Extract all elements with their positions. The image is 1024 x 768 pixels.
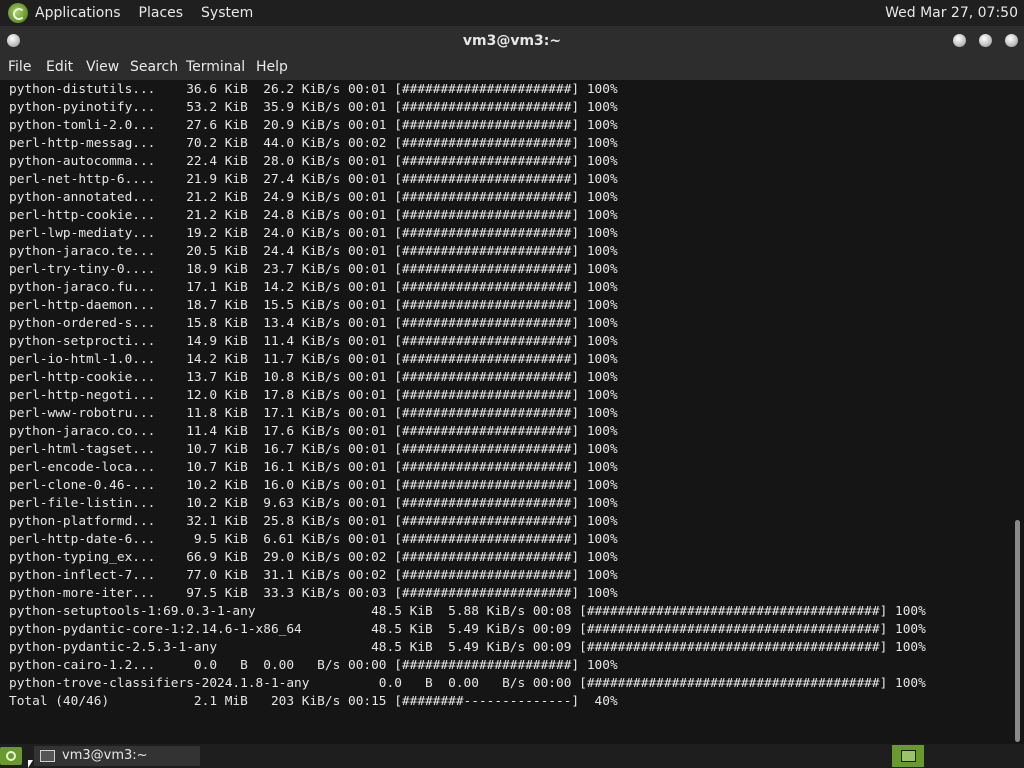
terminal-scrollbar[interactable] xyxy=(1012,80,1022,744)
mint-logo-icon[interactable] xyxy=(8,3,28,23)
terminal-line: python-annotated... 21.2 KiB 24.9 KiB/s … xyxy=(9,190,618,205)
terminal-line: python-typing_ex... 66.9 KiB 29.0 KiB/s … xyxy=(9,550,618,565)
taskbar-item-label: vm3@vm3:~ xyxy=(62,748,148,763)
terminal-line: python-jaraco.te... 20.5 KiB 24.4 KiB/s … xyxy=(9,244,618,259)
clock[interactable]: Wed Mar 27, 07:50 xyxy=(885,5,1018,21)
terminal-line: perl-http-messag... 70.2 KiB 44.0 KiB/s … xyxy=(9,136,618,151)
terminal-line: python-pydantic-core-1:2.14.6-1-x86_64 4… xyxy=(9,622,926,637)
terminal-line: perl-http-daemon... 18.7 KiB 15.5 KiB/s … xyxy=(9,298,618,313)
terminal-line: python-more-iter... 97.5 KiB 33.3 KiB/s … xyxy=(9,586,618,601)
terminal-line: python-tomli-2.0... 27.6 KiB 20.9 KiB/s … xyxy=(9,118,618,133)
terminal-line: perl-encode-loca... 10.7 KiB 16.1 KiB/s … xyxy=(9,460,618,475)
terminal-line: perl-try-tiny-0.... 18.9 KiB 23.7 KiB/s … xyxy=(9,262,618,277)
workspace-icon[interactable] xyxy=(892,745,924,767)
mouse-pointer-icon xyxy=(28,760,33,768)
close-icon[interactable] xyxy=(1005,34,1018,47)
terminal-line: python-jaraco.co... 11.4 KiB 17.6 KiB/s … xyxy=(9,424,618,439)
terminal-menu-bar: File Edit View Search Terminal Help xyxy=(0,56,1024,80)
terminal-line: python-trove-classifiers-2024.1.8-1-any … xyxy=(9,676,926,691)
terminal-line: python-setuptools-1:69.0.3-1-any 48.5 Ki… xyxy=(9,604,926,619)
terminal-line: Total (40/46) 2.1 MiB 203 KiB/s 00:15 [#… xyxy=(9,694,618,709)
terminal-line: perl-io-html-1.0... 14.2 KiB 11.7 KiB/s … xyxy=(9,352,618,367)
terminal-line: python-pyinotify... 53.2 KiB 35.9 KiB/s … xyxy=(9,100,618,115)
menu-file[interactable]: File xyxy=(8,59,31,75)
scrollbar-thumb[interactable] xyxy=(1015,520,1020,742)
taskbar-item-terminal[interactable]: vm3@vm3:~ xyxy=(34,746,200,766)
terminal-line: perl-http-date-6... 9.5 KiB 6.61 KiB/s 0… xyxy=(9,532,618,547)
minimize-icon[interactable] xyxy=(953,34,966,47)
terminal-line: perl-www-robotru... 11.8 KiB 17.1 KiB/s … xyxy=(9,406,618,421)
terminal-line: perl-lwp-mediaty... 19.2 KiB 24.0 KiB/s … xyxy=(9,226,618,241)
menu-terminal[interactable]: Terminal xyxy=(186,59,245,75)
terminal-line: perl-http-cookie... 21.2 KiB 24.8 KiB/s … xyxy=(9,208,618,223)
terminal-line: python-autocomma... 22.4 KiB 28.0 KiB/s … xyxy=(9,154,618,169)
show-desktop-icon[interactable] xyxy=(0,747,22,765)
top-panel: Applications Places System Wed Mar 27, 0… xyxy=(0,0,1024,26)
menu-view[interactable]: View xyxy=(86,59,119,75)
applications-menu[interactable]: Applications xyxy=(35,5,121,21)
terminal-line: python-jaraco.fu... 17.1 KiB 14.2 KiB/s … xyxy=(9,280,618,295)
bottom-panel: vm3@vm3:~ xyxy=(0,744,1024,768)
terminal-area[interactable]: python-distutils... 36.6 KiB 26.2 KiB/s … xyxy=(0,80,1024,744)
places-menu[interactable]: Places xyxy=(139,5,184,21)
terminal-line: perl-net-http-6.... 21.9 KiB 27.4 KiB/s … xyxy=(9,172,618,187)
terminal-line: python-cairo-1.2... 0.0 B 0.00 B/s 00:00… xyxy=(9,658,618,673)
terminal-line: python-distutils... 36.6 KiB 26.2 KiB/s … xyxy=(9,82,618,97)
menu-search[interactable]: Search xyxy=(130,59,178,75)
terminal-output: python-distutils... 36.6 KiB 26.2 KiB/s … xyxy=(9,81,926,711)
window-title-bar[interactable]: vm3@vm3:~ xyxy=(0,26,1024,56)
menu-help[interactable]: Help xyxy=(256,59,288,75)
terminal-line: perl-html-tagset... 10.7 KiB 16.7 KiB/s … xyxy=(9,442,618,457)
terminal-line: python-inflect-7... 77.0 KiB 31.1 KiB/s … xyxy=(9,568,618,583)
system-menu[interactable]: System xyxy=(201,5,253,21)
menu-edit[interactable]: Edit xyxy=(46,59,73,75)
terminal-line: python-pydantic-2.5.3-1-any 48.5 KiB 5.4… xyxy=(9,640,926,655)
terminal-line: perl-http-negoti... 12.0 KiB 17.8 KiB/s … xyxy=(9,388,618,403)
window-title: vm3@vm3:~ xyxy=(462,33,562,49)
terminal-line: perl-clone-0.46-... 10.2 KiB 16.0 KiB/s … xyxy=(9,478,618,493)
terminal-line: python-platformd... 32.1 KiB 25.8 KiB/s … xyxy=(9,514,618,529)
terminal-line: python-ordered-s... 15.8 KiB 13.4 KiB/s … xyxy=(9,316,618,331)
terminal-line: perl-http-cookie... 13.7 KiB 10.8 KiB/s … xyxy=(9,370,618,385)
maximize-icon[interactable] xyxy=(979,34,992,47)
terminal-line: perl-file-listin... 10.2 KiB 9.63 KiB/s … xyxy=(9,496,618,511)
terminal-window-icon xyxy=(40,750,55,762)
terminal-line: python-setprocti... 14.9 KiB 11.4 KiB/s … xyxy=(9,334,618,349)
